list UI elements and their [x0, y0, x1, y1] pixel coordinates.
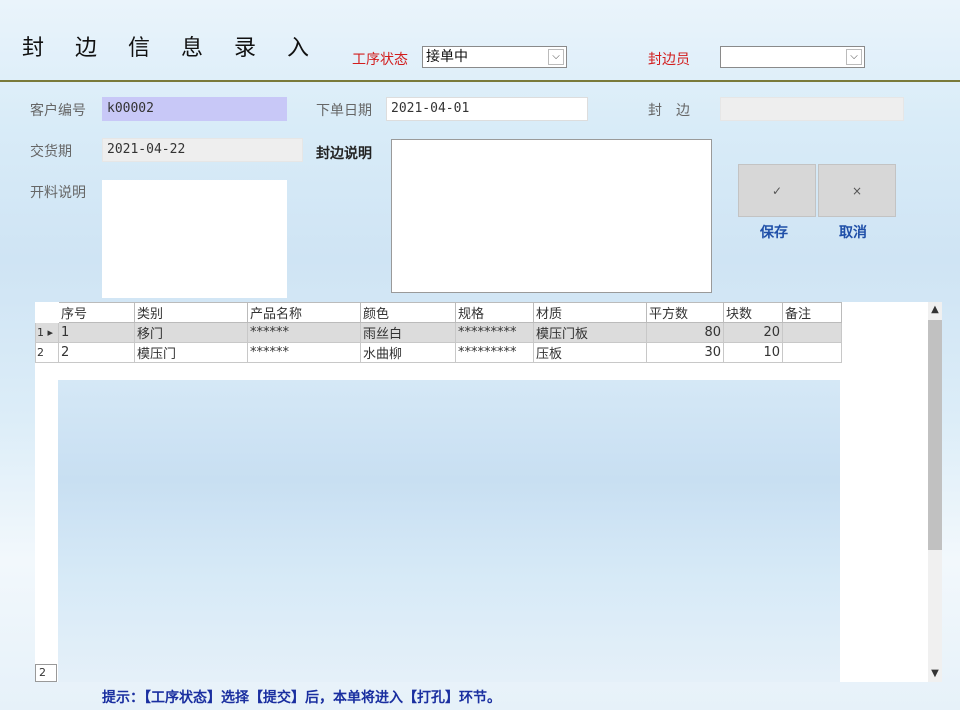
cancel-button[interactable]: × — [818, 164, 896, 217]
header-divider — [0, 80, 960, 82]
table-cell[interactable]: 移门 — [134, 322, 248, 343]
scrollbar-thumb[interactable] — [928, 320, 942, 550]
chevron-down-icon[interactable]: ⌵ — [548, 49, 564, 65]
table-cell[interactable]: ****** — [247, 342, 361, 363]
table-cell[interactable]: 雨丝白 — [360, 322, 456, 343]
row-selector-header — [35, 302, 59, 323]
save-label[interactable]: 保存 — [760, 222, 788, 242]
table-cell[interactable] — [782, 342, 842, 363]
delivery-label: 交货期 — [30, 144, 72, 160]
record-count: 2 — [35, 664, 57, 682]
table-header-row: 序号 类别 产品名称 颜色 规格 材质 平方数 块数 备注 — [35, 302, 842, 323]
table-cell[interactable]: 20 — [723, 322, 783, 343]
check-icon: ✓ — [771, 184, 783, 198]
column-header[interactable]: 类别 — [134, 302, 248, 323]
order-date-field[interactable]: 2021-04-01 — [386, 97, 588, 121]
order-date-label: 下单日期 — [316, 103, 372, 119]
column-header[interactable]: 备注 — [782, 302, 842, 323]
table-cell[interactable]: 压板 — [533, 342, 647, 363]
datasheet-empty-area — [58, 380, 840, 682]
edger-label: 封边员 — [648, 52, 690, 68]
chevron-down-icon[interactable]: ⌵ — [846, 49, 862, 65]
table-cell[interactable]: ****** — [247, 322, 361, 343]
column-header[interactable]: 材质 — [533, 302, 647, 323]
vertical-scrollbar[interactable]: ▲ ▼ — [928, 302, 942, 682]
column-header[interactable]: 规格 — [455, 302, 534, 323]
table-cell[interactable]: 水曲柳 — [360, 342, 456, 363]
column-header[interactable]: 序号 — [58, 302, 135, 323]
page-title: 封 边 信 息 录 入 — [22, 36, 321, 61]
column-header[interactable]: 颜色 — [360, 302, 456, 323]
customer-no-label: 客户编号 — [30, 103, 86, 119]
table-cell[interactable]: 10 — [723, 342, 783, 363]
edger-select[interactable]: ⌵ — [720, 46, 865, 68]
datasheet-table: 序号 类别 产品名称 颜色 规格 材质 平方数 块数 备注 1 ▸ 1 移门 *… — [35, 302, 842, 363]
table-cell[interactable]: 模压门 — [134, 342, 248, 363]
column-header[interactable]: 块数 — [723, 302, 783, 323]
table-cell[interactable]: 模压门板 — [533, 322, 647, 343]
scroll-down-icon[interactable]: ▼ — [928, 666, 942, 682]
cut-note-textarea[interactable] — [102, 180, 287, 298]
cancel-label[interactable]: 取消 — [839, 222, 867, 242]
column-header[interactable]: 产品名称 — [247, 302, 361, 323]
process-status-label: 工序状态 — [352, 52, 408, 68]
table-cell[interactable]: 1 — [58, 322, 135, 343]
table-row[interactable]: 2 2 模压门 ****** 水曲柳 ********* 压板 30 10 — [35, 342, 842, 363]
close-icon: × — [851, 184, 863, 198]
edge-field[interactable] — [720, 97, 904, 121]
customer-no-field[interactable]: k00002 — [102, 97, 287, 121]
process-status-value: 接单中 — [426, 49, 468, 65]
delivery-field[interactable]: 2021-04-22 — [102, 138, 303, 162]
edge-note-textarea[interactable] — [391, 139, 712, 293]
row-selector[interactable]: 2 — [35, 342, 59, 363]
row-selector[interactable]: 1 ▸ — [35, 322, 59, 343]
table-cell[interactable]: 80 — [646, 322, 724, 343]
process-status-select[interactable]: 接单中 ⌵ — [422, 46, 567, 68]
hint-text: 提示：【工序状态】选择【提交】后，本单将进入【打孔】环节。 — [102, 690, 501, 706]
column-header[interactable]: 平方数 — [646, 302, 724, 323]
table-cell[interactable]: ********* — [455, 342, 534, 363]
table-row[interactable]: 1 ▸ 1 移门 ****** 雨丝白 ********* 模压门板 80 20 — [35, 322, 842, 343]
scroll-up-icon[interactable]: ▲ — [928, 302, 942, 318]
table-cell[interactable]: 2 — [58, 342, 135, 363]
table-cell[interactable]: ********* — [455, 322, 534, 343]
table-cell[interactable] — [782, 322, 842, 343]
edge-label: 封 边 — [648, 103, 690, 119]
cut-note-label: 开料说明 — [30, 185, 86, 201]
table-cell[interactable]: 30 — [646, 342, 724, 363]
save-button[interactable]: ✓ — [738, 164, 816, 217]
edge-note-label: 封边说明 — [316, 146, 372, 162]
